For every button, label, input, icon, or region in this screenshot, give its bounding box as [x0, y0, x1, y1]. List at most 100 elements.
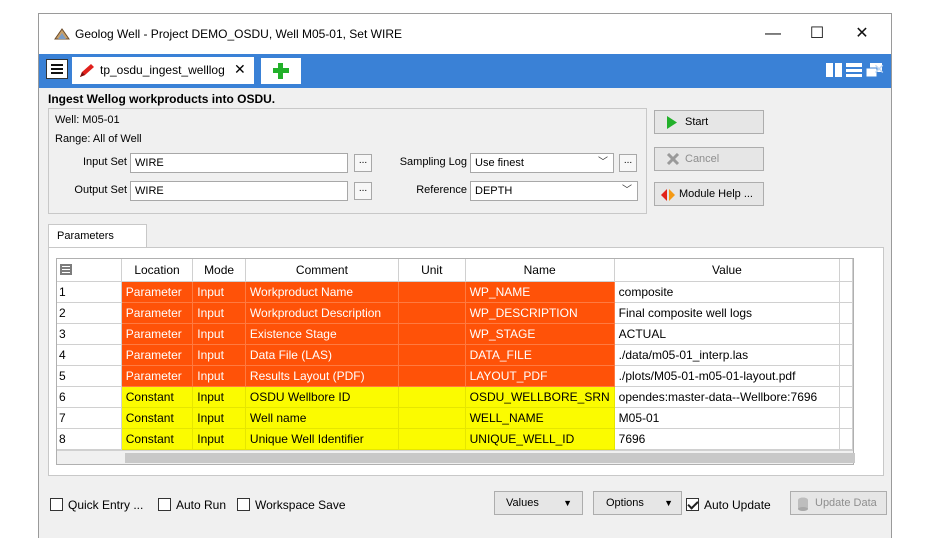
cell-name: WP_STAGE: [465, 323, 615, 345]
module-help-label: Module Help ...: [679, 188, 753, 200]
cell-comment: OSDU Wellbore ID: [245, 386, 399, 408]
cancel-label: Cancel: [685, 153, 720, 165]
tab-tp-osdu-ingest-welllog[interactable]: tp_osdu_ingest_welllog ✕: [72, 57, 254, 84]
cell-value[interactable]: 7696: [614, 428, 841, 450]
close-panel-icon[interactable]: ✕: [873, 61, 885, 78]
cell-value[interactable]: ACTUAL: [614, 323, 841, 345]
chevron-down-icon: ﹀: [598, 157, 608, 168]
bottom-toolbar: Quick Entry ... Auto Run Workspace Save …: [39, 484, 891, 524]
cell-name: WP_DESCRIPTION: [465, 302, 615, 324]
cell-comment: Existence Stage: [245, 323, 399, 345]
output-set-label: Output Set: [74, 184, 127, 196]
column-name[interactable]: Name: [465, 259, 615, 282]
cell-unit: [398, 365, 466, 387]
column-mode[interactable]: Mode: [192, 259, 246, 282]
cell-mode: Input: [192, 281, 246, 303]
module-help-button[interactable]: Module Help ...: [654, 182, 764, 206]
cell-value[interactable]: ./plots/M05-01-m05-01-layout.pdf: [614, 365, 841, 387]
options-menu-button[interactable]: Options ▼: [593, 491, 682, 515]
add-tab-button[interactable]: [261, 58, 301, 84]
cell-mode: Input: [192, 386, 246, 408]
cell-value[interactable]: M05-01: [614, 407, 841, 429]
column-menu-icon[interactable]: [57, 259, 122, 282]
cell-name: DATA_FILE: [465, 344, 615, 366]
cell-mode: Input: [192, 428, 246, 450]
row-number: 4: [57, 344, 122, 366]
cell-unit: [398, 386, 466, 408]
cell-name: LAYOUT_PDF: [465, 365, 615, 387]
cell-value[interactable]: Final composite well logs: [614, 302, 841, 324]
cell-comment: Workproduct Name: [245, 281, 399, 303]
table-row[interactable]: 8 Constant Input Unique Well Identifier UNIQ…: [57, 428, 853, 450]
cell-location: Parameter: [121, 365, 194, 387]
sampling-log-select[interactable]: Use finest ﹀: [470, 153, 614, 173]
cell-name: UNIQUE_WELL_ID: [465, 428, 615, 450]
output-set-browse-button[interactable]: ...: [354, 182, 372, 200]
row-number: 3: [57, 323, 122, 345]
row-number: 5: [57, 365, 122, 387]
column-comment[interactable]: Comment: [245, 259, 399, 282]
play-icon: [667, 116, 677, 129]
table-row[interactable]: 4 Parameter Input Data File (LAS) DATA_FILE.…: [57, 344, 853, 366]
minimize-button[interactable]: —: [758, 22, 788, 46]
close-button[interactable]: ✕: [847, 22, 877, 46]
dropdown-arrow-icon: ▼: [664, 498, 673, 508]
start-button[interactable]: Start: [654, 110, 764, 134]
cell-mode: Input: [192, 302, 246, 324]
table-row[interactable]: 1 Parameter Input Workproduct Name WP_NAME co…: [57, 281, 853, 303]
cell-location: Parameter: [121, 344, 194, 366]
title-bar[interactable]: Geolog Well - Project DEMO_OSDU, Well M0…: [39, 14, 891, 54]
tab-bar: tp_osdu_ingest_welllog ✕ ✕: [39, 54, 891, 88]
geolog-app-icon: [54, 28, 70, 40]
start-label: Start: [685, 116, 709, 128]
cell-location: Parameter: [121, 302, 194, 324]
tab-close-icon[interactable]: ✕: [234, 61, 246, 78]
output-set-field[interactable]: WIRE: [130, 181, 348, 201]
row-number: 8: [57, 428, 122, 450]
table-row[interactable]: 5 Parameter Input Results Layout (PDF) LAYOU…: [57, 365, 853, 387]
cell-unit: [398, 281, 466, 303]
cell-comment: Workproduct Description: [245, 302, 399, 324]
table-header: Location Mode Comment Unit Name Value: [57, 259, 853, 282]
workspace-save-checkbox[interactable]: Workspace Save: [237, 498, 346, 512]
column-unit[interactable]: Unit: [398, 259, 466, 282]
scrollbar-thumb[interactable]: [125, 452, 855, 463]
split-horizontal-icon[interactable]: [846, 63, 862, 77]
input-set-browse-button[interactable]: ...: [354, 154, 372, 172]
cell-unit: [398, 428, 466, 450]
sampling-log-label: Sampling Log: [399, 156, 467, 168]
quick-entry-checkbox[interactable]: Quick Entry ...: [50, 498, 143, 512]
cell-unit: [398, 302, 466, 324]
column-location[interactable]: Location: [121, 259, 194, 282]
cancel-button[interactable]: Cancel: [654, 147, 764, 171]
cell-value[interactable]: composite: [614, 281, 841, 303]
sampling-log-browse-button[interactable]: ...: [619, 154, 637, 172]
table-row[interactable]: 3 Parameter Input Existence Stage WP_STAGE AC…: [57, 323, 853, 345]
cell-name: OSDU_WELLBORE_SRN: [465, 386, 615, 408]
auto-update-checkbox[interactable]: Auto Update: [686, 498, 771, 512]
update-data-button[interactable]: Update Data: [790, 491, 887, 515]
horizontal-scrollbar[interactable]: [57, 449, 855, 464]
cell-value[interactable]: opendes:master-data--Wellbore:7696: [614, 386, 841, 408]
settings-group: Well: M05-01 Range: All of Well Input Se…: [48, 108, 647, 214]
hamburger-menu-icon[interactable]: [46, 59, 68, 79]
column-value[interactable]: Value: [614, 259, 841, 282]
table-row[interactable]: 7 Constant Input Well name WELL_NAME M05-01: [57, 407, 853, 429]
cell-mode: Input: [192, 323, 246, 345]
cell-comment: Well name: [245, 407, 399, 429]
table-row[interactable]: 6 Constant Input OSDU Wellbore ID OSDU_WELLB…: [57, 386, 853, 408]
cell-location: Parameter: [121, 281, 194, 303]
dropdown-arrow-icon: ▼: [563, 498, 572, 508]
cell-value[interactable]: ./data/m05-01_interp.las: [614, 344, 841, 366]
split-vertical-icon[interactable]: [826, 63, 842, 77]
values-menu-button[interactable]: Values ▼: [494, 491, 583, 515]
cell-name: WELL_NAME: [465, 407, 615, 429]
panel-title: Ingest Wellog workproducts into OSDU.: [48, 92, 276, 106]
tab-parameters[interactable]: Parameters: [48, 224, 147, 248]
cell-comment: Results Layout (PDF): [245, 365, 399, 387]
input-set-field[interactable]: WIRE: [130, 153, 348, 173]
auto-run-checkbox[interactable]: Auto Run: [158, 498, 226, 512]
maximize-button[interactable]: ☐: [802, 22, 832, 46]
table-row[interactable]: 2 Parameter Input Workproduct Description WP…: [57, 302, 853, 324]
reference-select[interactable]: DEPTH ﹀: [470, 181, 638, 201]
